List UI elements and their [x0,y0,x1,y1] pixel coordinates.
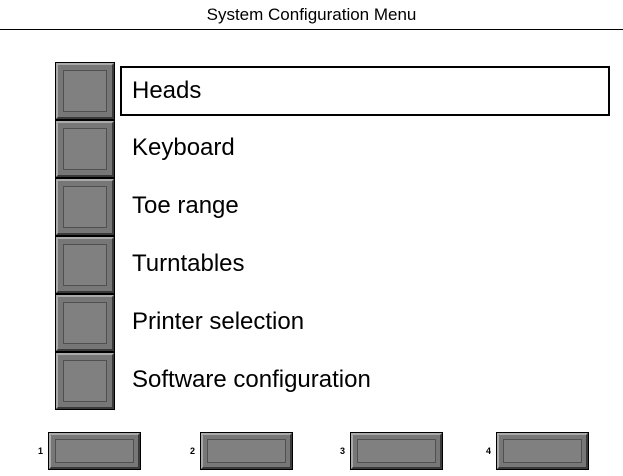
function-key-2-button[interactable] [200,432,293,470]
function-key-1-button[interactable] [48,432,141,470]
function-key-4-number: 4 [486,446,492,456]
menu-item-software-configuration[interactable]: Software configuration [55,352,615,410]
menu-label-heads[interactable]: Heads [120,66,610,116]
menu-label-toe-range[interactable]: Toe range [120,182,610,232]
menu-label-keyboard[interactable]: Keyboard [120,124,610,174]
menu-label-software-configuration[interactable]: Software configuration [120,356,610,406]
menu-key-printer-selection[interactable] [55,294,115,352]
menu-item-turntables[interactable]: Turntables [55,236,615,294]
menu-item-heads[interactable]: Heads [55,62,615,120]
menu-item-toe-range[interactable]: Toe range [55,178,615,236]
menu-item-keyboard[interactable]: Keyboard [55,120,615,178]
function-key-3-button[interactable] [350,432,443,470]
function-key-4-button[interactable] [496,432,589,470]
title-bar: System Configuration Menu [0,0,623,30]
menu-key-toe-range[interactable] [55,178,115,236]
menu-item-printer-selection[interactable]: Printer selection [55,294,615,352]
menu-key-software-configuration[interactable] [55,352,115,410]
menu-key-keyboard[interactable] [55,120,115,178]
menu-label-printer-selection[interactable]: Printer selection [120,298,610,348]
function-key-1-number: 1 [38,446,44,456]
window-title: System Configuration Menu [206,5,417,24]
function-key-2-number: 2 [190,446,196,456]
menu-key-heads[interactable] [55,62,115,120]
function-key-bar: 1 2 3 4 [0,432,623,472]
menu-key-turntables[interactable] [55,236,115,294]
menu-label-turntables[interactable]: Turntables [120,240,610,290]
function-key-3-number: 3 [340,446,346,456]
